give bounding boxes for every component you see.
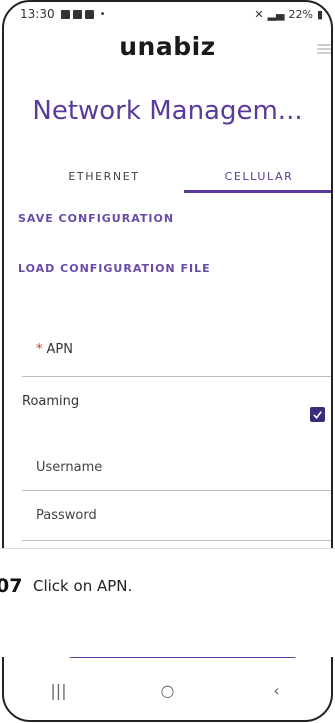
load-configuration-file-button[interactable]: LOAD CONFIGURATION FILE — [18, 262, 211, 275]
status-time: 13:30 — [20, 7, 55, 21]
tab-cellular[interactable]: CELLULAR — [184, 158, 331, 194]
notification-icons — [60, 9, 94, 19]
password-label: Password — [36, 508, 97, 523]
battery-icon: ▮ — [316, 7, 323, 21]
home-icon[interactable]: ○ — [148, 681, 188, 700]
step-number: 07 — [0, 575, 23, 597]
checkmark-icon — [313, 411, 322, 419]
tab-ethernet[interactable]: ETHERNET — [44, 158, 164, 194]
recent-apps-icon[interactable]: ||| — [39, 681, 79, 700]
instruction-caption: 07 Click on APN. — [0, 548, 335, 657]
more-notifications-dot: • — [99, 8, 106, 20]
app-logo: unabiz — [119, 32, 216, 61]
status-bar: 13:30 • ✕ ▂▄ 22% ▮ — [20, 4, 323, 24]
android-nav-bar: ||| ○ ‹ — [4, 662, 331, 718]
apn-field[interactable]: * APN — [22, 328, 331, 377]
mute-icon: ✕ — [254, 7, 264, 21]
username-field[interactable]: Username — [22, 444, 331, 491]
username-label: Username — [36, 460, 103, 475]
roaming-label: Roaming — [22, 394, 80, 409]
password-field[interactable]: Password — [22, 492, 331, 541]
save-configuration-button[interactable]: SAVE CONFIGURATION — [18, 212, 174, 225]
signal-icon: ▂▄ — [267, 7, 285, 21]
menu-icon[interactable] — [317, 44, 331, 54]
status-right: ✕ ▂▄ 22% ▮ — [254, 8, 323, 21]
notification-icon — [60, 9, 70, 19]
page-title: Network Managem... — [32, 96, 303, 126]
battery-text: 22% — [288, 7, 313, 21]
linkedin-icon — [72, 9, 82, 19]
roaming-checkbox[interactable] — [310, 407, 325, 422]
step-text: Click on APN. — [33, 577, 133, 595]
back-icon[interactable]: ‹ — [257, 681, 297, 700]
apn-label: * APN — [36, 342, 73, 357]
linkedin-icon — [84, 9, 94, 19]
required-star: * — [36, 342, 43, 357]
apn-label-text: APN — [46, 342, 73, 357]
active-tab-indicator — [184, 190, 331, 193]
